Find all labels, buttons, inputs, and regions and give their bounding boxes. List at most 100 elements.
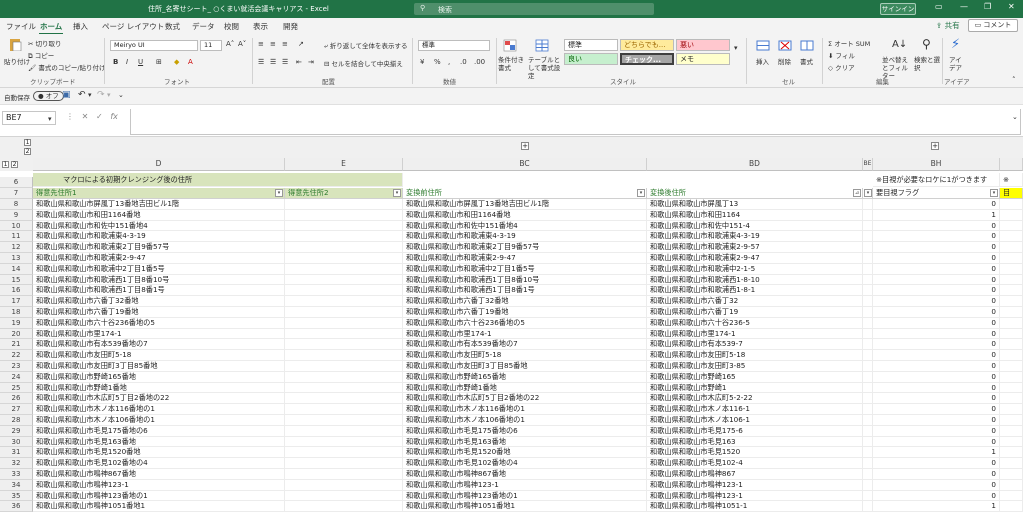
cell-be[interactable] — [863, 425, 873, 437]
filter-dropdown-icon[interactable]: ▾ — [864, 189, 872, 197]
cell-address2[interactable] — [285, 274, 403, 286]
cell-bi[interactable] — [1000, 199, 1023, 210]
cell-before-address[interactable]: 和歌山県和歌山市六十谷236番地の5 — [403, 317, 647, 329]
cell-after-address[interactable]: 和歌山県和歌山市友田町3-85 — [647, 361, 863, 372]
cell-after-address[interactable]: 和歌山県和歌山市和歌浦東2-9-57 — [647, 242, 863, 253]
cell-before-address[interactable]: 和歌山県和歌山市六番丁19番地 — [403, 307, 647, 318]
cell-address2[interactable] — [285, 339, 403, 351]
cell-before-address[interactable]: 和歌山県和歌山市友田町5-18 — [403, 350, 647, 361]
align-right-icon[interactable]: ☰ — [282, 58, 288, 66]
cell-bi[interactable] — [1000, 458, 1023, 469]
cell-check-flag[interactable]: 0 — [873, 469, 1000, 480]
close-icon[interactable]: ✕ — [1008, 2, 1015, 11]
tab-home[interactable]: ホーム — [38, 21, 64, 35]
cell-after-address[interactable]: 和歌山県和歌山市鳴神123-1 — [647, 479, 863, 491]
cell-check-flag[interactable]: 0 — [873, 393, 1000, 405]
cell-address1[interactable]: 和歌山県和歌山市友田町3丁目85番地 — [33, 361, 285, 372]
cell-bi[interactable] — [1000, 274, 1023, 286]
cell-bi[interactable] — [1000, 285, 1023, 297]
row-header[interactable]: 25 — [0, 382, 33, 394]
cell-after-address[interactable]: 和歌山県和歌山市木ノ本116-1 — [647, 404, 863, 415]
cell-address1[interactable]: 和歌山県和歌山市和歌浦東2丁目9番57号 — [33, 242, 285, 253]
cell-before-address[interactable]: 和歌山県和歌山市里174-1 — [403, 328, 647, 340]
paste-label[interactable]: 貼り付け — [4, 56, 30, 66]
cell-be[interactable] — [863, 447, 873, 459]
cell-be[interactable] — [863, 307, 873, 318]
cell-before-address[interactable]: 和歌山県和歌山市木ノ本116番地の1 — [403, 404, 647, 415]
expand-formula-icon[interactable]: ⌄ — [1012, 113, 1018, 121]
shrink-font-icon[interactable]: A˅ — [238, 40, 246, 48]
font-name-select[interactable]: Meiryo UI — [110, 40, 198, 51]
cell-address1[interactable]: 和歌山県和歌山市野崎165番地 — [33, 371, 285, 383]
cell-check-flag[interactable]: 0 — [873, 458, 1000, 469]
cell-address1[interactable]: 和歌山県和歌山市毛見102番地の4 — [33, 458, 285, 469]
cell-be[interactable] — [863, 274, 873, 286]
cell-check-flag[interactable]: 0 — [873, 307, 1000, 318]
signin-button[interactable]: サインイン — [880, 3, 916, 15]
row-header[interactable]: 36 — [0, 501, 33, 513]
style-check[interactable]: チェック... — [620, 53, 674, 65]
cell-be[interactable] — [863, 382, 873, 394]
enter-icon[interactable]: ✓ — [96, 112, 103, 121]
redo-icon[interactable]: ↷ — [97, 90, 105, 100]
cell-address2[interactable] — [285, 458, 403, 469]
cell-be[interactable] — [863, 285, 873, 297]
cell-address2[interactable] — [285, 328, 403, 340]
cell-be[interactable] — [863, 501, 873, 513]
cell-address2[interactable] — [285, 209, 403, 221]
row-header[interactable]: 33 — [0, 469, 33, 480]
cell-address1[interactable]: 和歌山県和歌山市六番丁32番地 — [33, 296, 285, 307]
cell-after-address[interactable]: 和歌山県和歌山市和歌浦東4-3-19 — [647, 231, 863, 243]
row-outline-level-1-button[interactable]: 1 — [2, 161, 9, 168]
style-normal[interactable]: 標準 — [564, 39, 618, 51]
tab-developer[interactable]: 開発 — [283, 21, 298, 32]
row-header[interactable]: 26 — [0, 393, 33, 405]
cell-address1[interactable]: 和歌山県和歌山市毛見1520番地 — [33, 447, 285, 459]
cell-address2[interactable] — [285, 404, 403, 415]
row-header[interactable]: 28 — [0, 415, 33, 426]
cell-check-flag[interactable]: 0 — [873, 328, 1000, 340]
align-left-icon[interactable]: ☰ — [258, 58, 264, 66]
cell-check-flag[interactable]: 0 — [873, 350, 1000, 361]
cell-address2[interactable] — [285, 242, 403, 253]
outline-level-1-button[interactable]: 1 — [24, 139, 31, 146]
cell-address1[interactable]: 和歌山県和歌山市鳴神1051番地1 — [33, 501, 285, 513]
row-header[interactable]: 32 — [0, 458, 33, 469]
format-as-table-label[interactable]: テーブルとして書式設定 — [528, 56, 562, 80]
cell-bi[interactable] — [1000, 328, 1023, 340]
cell-after-address[interactable]: 和歌山県和歌山市鳴神867 — [647, 469, 863, 480]
tab-view[interactable]: 表示 — [253, 21, 268, 32]
more-icon[interactable]: ⋮ — [66, 112, 74, 121]
cell-bi[interactable] — [1000, 209, 1023, 221]
border-icon[interactable]: ⊞ — [156, 58, 162, 66]
cell-be[interactable] — [863, 469, 873, 480]
cell-address1[interactable]: 和歌山県和歌山市屏風丁13番地吉田ビル1階 — [33, 199, 285, 210]
cell-check-flag[interactable]: 0 — [873, 479, 1000, 491]
cell-be[interactable] — [863, 393, 873, 405]
cell-address1[interactable]: 和歌山県和歌山市毛見163番地 — [33, 436, 285, 448]
customize-qat-icon[interactable]: ⌄ — [118, 91, 124, 99]
cell-bi[interactable] — [1000, 307, 1023, 318]
font-color-icon[interactable]: A — [188, 58, 193, 66]
cell-before-address[interactable]: 和歌山県和歌山市和歌浦西1丁目8番1号 — [403, 285, 647, 297]
row-header[interactable]: 24 — [0, 371, 33, 383]
cell-check-flag[interactable]: 0 — [873, 296, 1000, 307]
cell-bi[interactable] — [1000, 317, 1023, 329]
cell-be[interactable] — [863, 404, 873, 415]
wrap-text-button[interactable]: ⤶ 折り返して全体を表示する — [324, 40, 408, 51]
comma-icon[interactable]: , — [448, 58, 450, 66]
tab-file[interactable]: ファイル — [6, 21, 36, 32]
cell-be[interactable] — [863, 415, 873, 426]
column-header-bi[interactable] — [1000, 158, 1023, 171]
align-bottom-icon[interactable]: ≡ — [282, 40, 288, 48]
cell-address1[interactable]: 和歌山県和歌山市野崎1番地 — [33, 382, 285, 394]
formula-input[interactable] — [130, 109, 1021, 135]
cell-before-address[interactable]: 和歌山県和歌山市和歌浦東2-9-47 — [403, 253, 647, 264]
cell-address1[interactable]: 和歌山県和歌山市和歌浦西1丁目8番1号 — [33, 285, 285, 297]
cell-check-flag[interactable]: 0 — [873, 404, 1000, 415]
sort-filter-icon[interactable]: A↓ — [892, 39, 907, 50]
clear-button[interactable]: ◇ クリア — [828, 62, 855, 72]
cell-address2[interactable] — [285, 469, 403, 480]
cell-bi[interactable] — [1000, 231, 1023, 243]
cell-after-address[interactable]: 和歌山県和歌山市毛見175-6 — [647, 425, 863, 437]
